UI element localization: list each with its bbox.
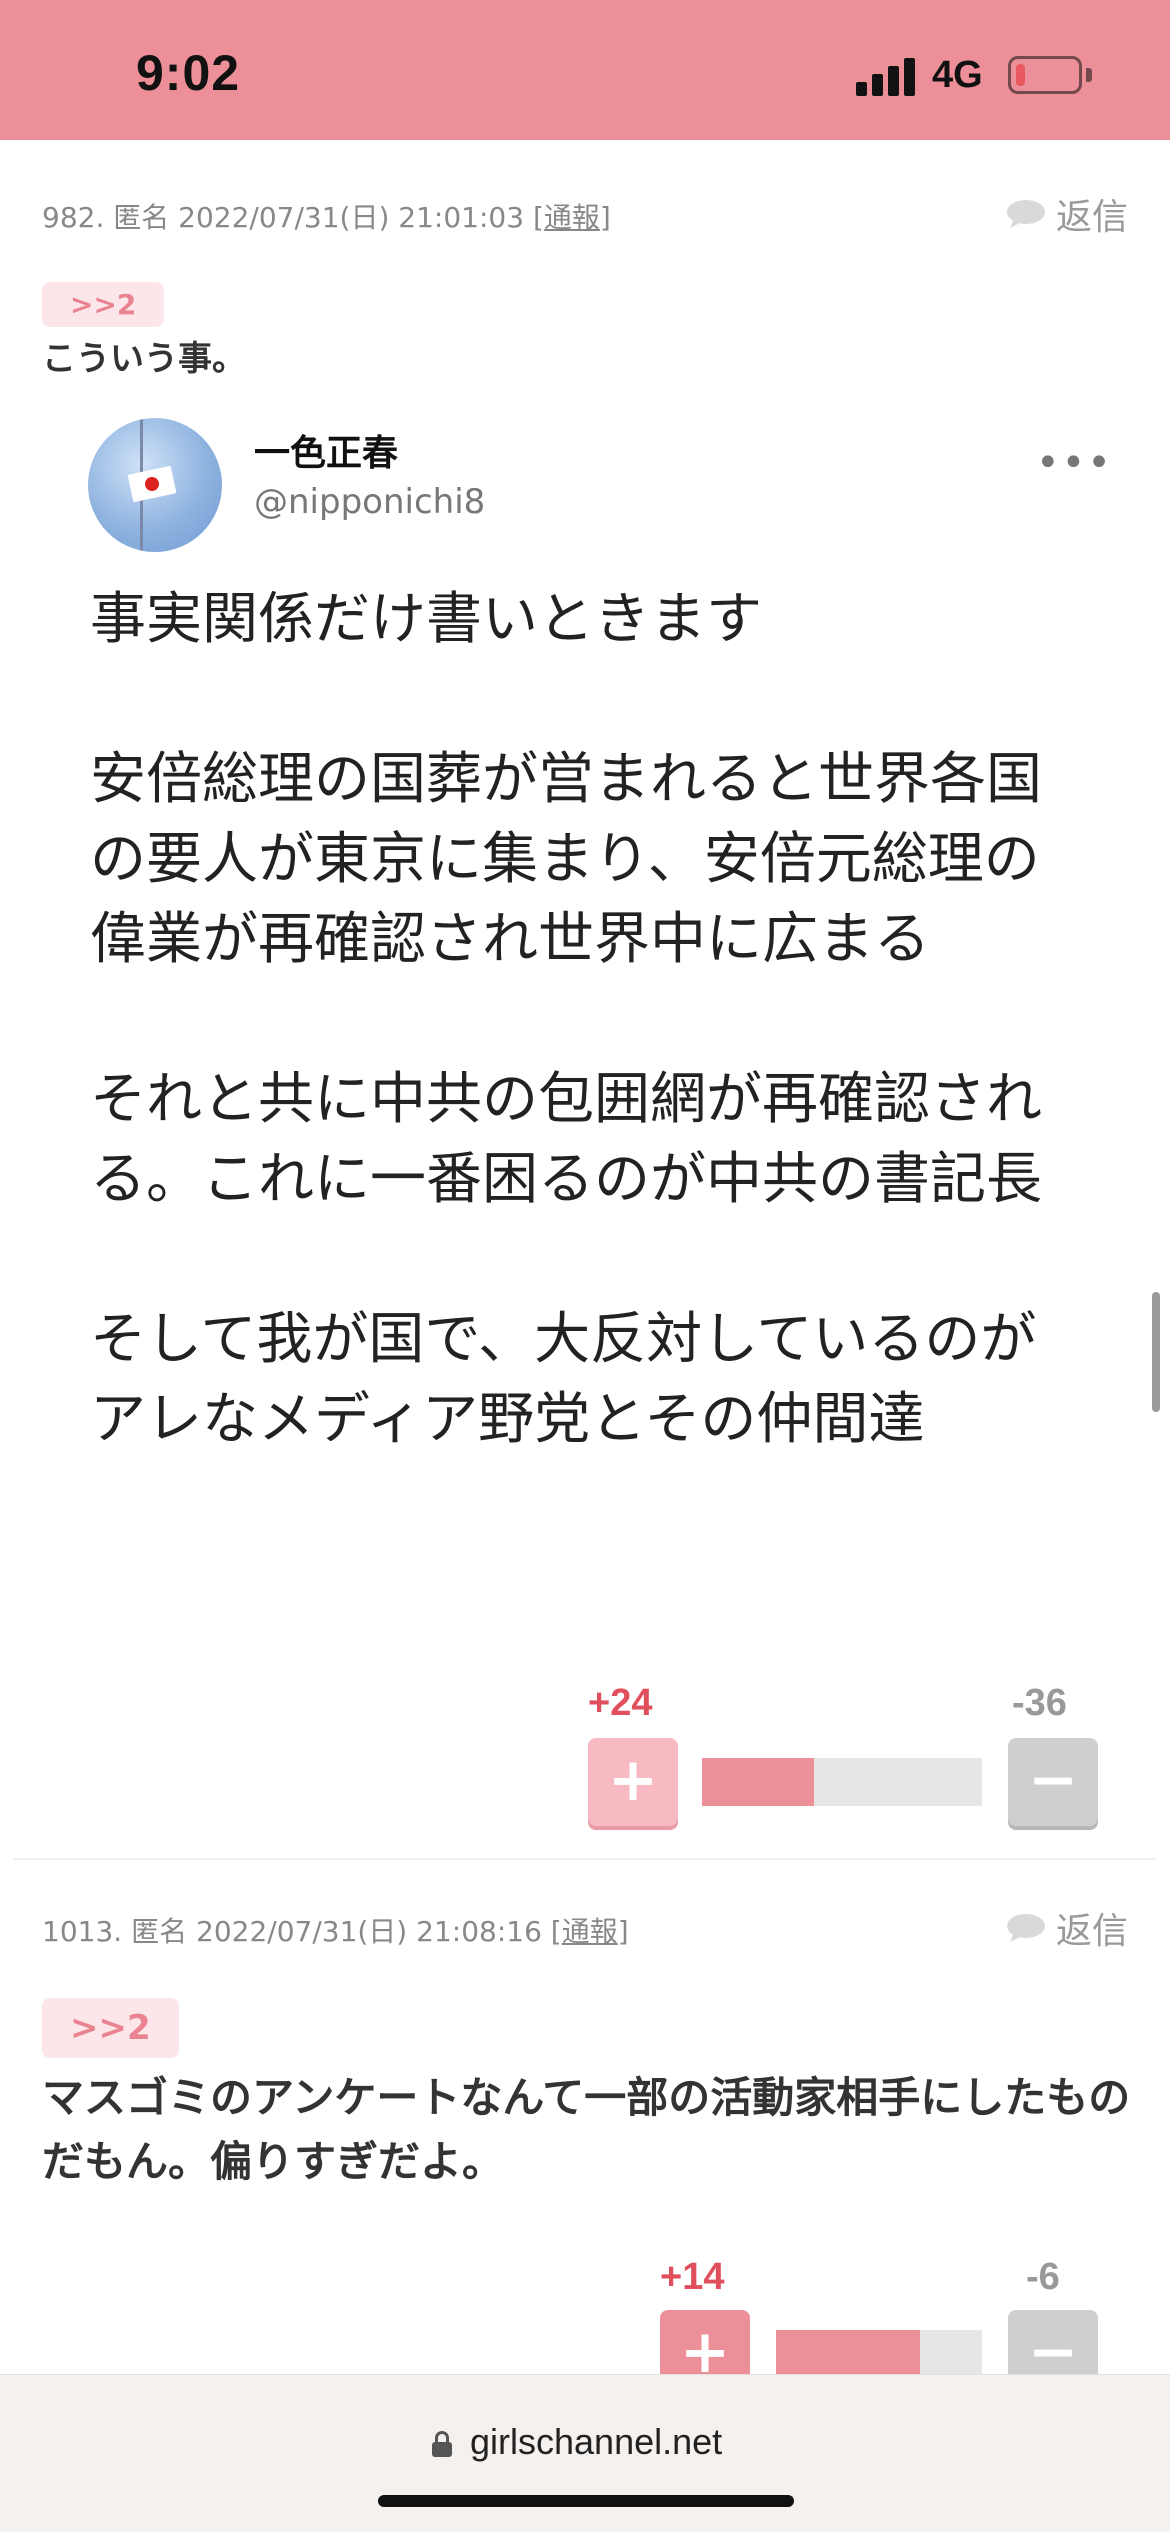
comment-datetime: 2022/07/31(日) 21:08:16 xyxy=(196,1915,542,1948)
comment-body: マスゴミのアンケートなんて一部の活動家相手にしたものだもん。偏りすぎだよ。 xyxy=(42,2073,1131,2186)
tweet-paragraph: そして我が国で、大反対しているのがアレなメディア野党とその仲間達 xyxy=(90,1307,1037,1452)
plus-vote-count: +14 xyxy=(660,2256,725,2298)
speech-bubble-icon xyxy=(1006,1914,1045,1942)
reply-button[interactable]: 返信 xyxy=(1006,188,1128,240)
more-dots-icon: ••• xyxy=(1036,440,1113,486)
anchor-link[interactable]: >>2 xyxy=(42,1998,179,2058)
minus-vote-count: -36 xyxy=(1012,1682,1067,1724)
comment-body: こういう事。 xyxy=(42,339,246,379)
anchor-link[interactable]: >>2 xyxy=(42,282,165,327)
comment-meta: 982. 匿名 2022/07/31(日) 21:01:03 [通報] xyxy=(42,201,611,234)
report-link[interactable]: 通報 xyxy=(544,201,600,234)
battery-icon xyxy=(1008,56,1082,94)
comment-author: 匿名 xyxy=(113,201,170,234)
vote-ratio-bar xyxy=(776,2330,982,2378)
browser-url-bar[interactable]: girlschannel.net xyxy=(0,2374,1170,2532)
tweet-paragraph: 安倍総理の国葬が営まれると世界各国の要人が東京に集まり、安倍元総理の偉業が再確認… xyxy=(90,747,1042,972)
vote-ratio-bar xyxy=(702,1758,982,1806)
comment-number: 1013. xyxy=(42,1915,123,1948)
signal-icon xyxy=(856,58,916,96)
speech-bubble-icon xyxy=(1006,200,1045,228)
minus-vote-button[interactable]: − xyxy=(1008,1738,1098,1826)
tweet-paragraph: 事実関係だけ書いときます xyxy=(90,587,762,652)
plus-vote-count: +24 xyxy=(588,1682,653,1724)
reply-label: 返信 xyxy=(1055,197,1128,238)
lock-icon xyxy=(432,2431,452,2457)
network-type: 4G xyxy=(932,54,983,96)
reply-label: 返信 xyxy=(1055,1911,1128,1952)
report-link[interactable]: 通報 xyxy=(562,1915,618,1948)
comment-datetime: 2022/07/31(日) 21:01:03 xyxy=(178,201,525,234)
reply-button[interactable]: 返信 xyxy=(1006,1902,1128,1954)
comment-divider xyxy=(14,1858,1156,1860)
comment-meta: 1013. 匿名 2022/07/31(日) 21:08:16 [通報] xyxy=(42,1915,629,1948)
home-indicator[interactable] xyxy=(378,2495,794,2507)
url-text[interactable]: girlschannel.net xyxy=(470,2421,722,2463)
minus-vote-count: -6 xyxy=(1026,2256,1060,2298)
plus-vote-button[interactable]: + xyxy=(588,1738,678,1826)
battery-level xyxy=(1016,64,1025,86)
tweet-author-handle: @nipponichi8 xyxy=(254,482,486,522)
vote-ratio-fill xyxy=(776,2330,921,2378)
flag-icon xyxy=(127,465,177,503)
embedded-tweet-image[interactable]: 一色正春 @nipponichi8 ••• 事実関係だけ書いときます 安倍総理の… xyxy=(0,400,1170,1630)
status-time: 9:02 xyxy=(136,45,241,101)
battery-cap xyxy=(1086,68,1092,82)
tweet-text: 事実関係だけ書いときます 安倍総理の国葬が営まれると世界各国の要人が東京に集まり… xyxy=(90,580,1090,1460)
status-bar: 9:02 4G xyxy=(0,0,1170,140)
tweet-paragraph: それと共に中共の包囲網が再確認される。これに一番困るのが中共の書記長 xyxy=(90,1067,1042,1212)
comment-number: 982. xyxy=(42,201,105,234)
comment-author: 匿名 xyxy=(131,1915,188,1948)
avatar xyxy=(88,418,222,552)
scrollbar-thumb[interactable] xyxy=(1152,1292,1160,1412)
tweet-author-name: 一色正春 xyxy=(254,433,399,474)
vote-ratio-fill xyxy=(702,1758,814,1806)
